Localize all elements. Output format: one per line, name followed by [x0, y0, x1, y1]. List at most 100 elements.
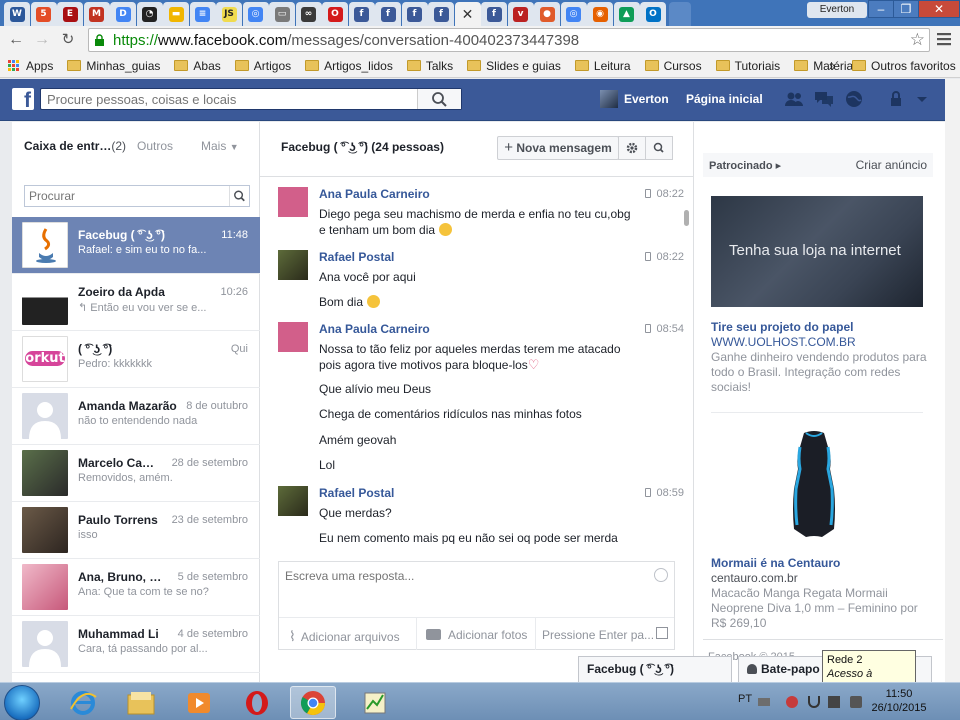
browser-tab[interactable]: D — [110, 2, 136, 26]
message-author[interactable]: Rafael Postal — [319, 250, 394, 264]
browser-tab[interactable]: ∞ — [295, 2, 322, 26]
create-ad-link[interactable]: Criar anúncio — [856, 158, 927, 172]
conversation-settings-button[interactable] — [618, 136, 646, 160]
window-close-icon[interactable]: ✕ — [918, 0, 960, 18]
facebook-search[interactable] — [40, 88, 462, 110]
browser-tab[interactable]: O — [322, 2, 348, 26]
browser-tab[interactable]: 5 — [30, 2, 57, 26]
avatar[interactable] — [278, 322, 308, 352]
chart-app-icon[interactable] — [352, 686, 398, 719]
antivirus-icon[interactable] — [786, 696, 798, 708]
browser-tab[interactable]: f — [401, 2, 428, 26]
browser-tab[interactable]: ▭ — [269, 2, 295, 26]
browser-tab[interactable]: f — [428, 2, 454, 26]
opera-icon[interactable] — [234, 686, 280, 719]
ad-image-wetsuit[interactable] — [778, 429, 850, 545]
bookmark-apps[interactable]: Apps — [0, 59, 53, 73]
flag-icon[interactable] — [808, 696, 820, 708]
other-bookmarks-folder[interactable]: Outros favoritos — [852, 59, 956, 73]
emoji-picker-icon[interactable] — [654, 568, 668, 582]
start-button-icon[interactable] — [4, 685, 40, 720]
reply-input[interactable] — [285, 569, 645, 583]
conversation-search-button[interactable] — [645, 136, 673, 160]
facebook-logo-icon[interactable]: f — [12, 88, 34, 110]
browser-tab[interactable]: JS — [216, 2, 242, 26]
press-enter-checkbox[interactable] — [656, 627, 668, 639]
browser-tab[interactable]: ● — [534, 2, 560, 26]
new-tab-button[interactable] — [668, 2, 691, 26]
profile-link[interactable]: Everton — [600, 90, 669, 108]
message-author[interactable]: Rafael Postal — [319, 486, 394, 500]
reload-icon[interactable]: ↻ — [58, 30, 78, 50]
thread-scrollbar[interactable] — [684, 210, 689, 226]
browser-tab[interactable]: f — [481, 2, 507, 26]
browser-tab[interactable]: ◉ — [587, 2, 613, 26]
browser-tab[interactable]: f — [348, 2, 375, 26]
conversation-search[interactable] — [24, 185, 250, 207]
back-icon[interactable]: ← — [6, 30, 26, 50]
browser-tab[interactable]: f — [375, 2, 401, 26]
facebook-search-button[interactable] — [417, 89, 461, 109]
avatar[interactable] — [278, 187, 308, 217]
account-menu-arrow-icon[interactable] — [912, 90, 932, 108]
others-tab[interactable]: Outros — [137, 139, 173, 153]
message-author[interactable]: Ana Paula Carneiro — [319, 322, 430, 336]
browser-tab[interactable]: O — [640, 2, 666, 26]
browser-tab[interactable]: ◎ — [560, 2, 587, 26]
browser-tab[interactable]: ✕ — [454, 2, 481, 26]
conversation-item[interactable]: Muhammad Li 4 de setembro Cara, tá passand… — [12, 616, 260, 673]
media-player-icon[interactable] — [176, 686, 222, 719]
bookmark-folder[interactable]: Artigos — [234, 59, 291, 73]
ad-image-uolhost[interactable]: Tenha sua loja na internet — [711, 196, 923, 307]
forward-icon[interactable]: → — [32, 30, 52, 50]
search-icon[interactable] — [229, 186, 249, 206]
bookmark-folder[interactable]: Tutoriais — [715, 59, 780, 73]
keyboard-icon[interactable] — [758, 698, 770, 706]
browser-tab[interactable]: ◔ — [136, 2, 163, 26]
friend-requests-icon[interactable] — [784, 90, 804, 108]
facebook-search-input[interactable] — [47, 92, 417, 107]
conversation-item[interactable]: Amanda Mazarão 8 de outubro não to entende… — [12, 388, 260, 445]
network-icon[interactable] — [828, 696, 840, 708]
conversation-item[interactable]: Zoeiro da Apda 10:26 ↰ Então eu vou ver se… — [12, 274, 260, 331]
avatar[interactable] — [278, 486, 308, 516]
bookmark-folder[interactable]: Matérias — [794, 59, 859, 73]
bookmark-folder[interactable]: Artigos_lidos — [305, 59, 393, 73]
browser-tab[interactable]: ◎ — [242, 2, 269, 26]
maximize-icon[interactable]: ❐ — [893, 0, 919, 18]
inbox-tab[interactable]: Caixa de entr…(2) — [24, 139, 126, 153]
bookmark-folder[interactable]: Minhas_guias — [67, 59, 160, 73]
notifications-globe-icon[interactable] — [844, 90, 864, 108]
privacy-shortcuts-icon[interactable] — [886, 90, 906, 108]
internet-explorer-icon[interactable] — [60, 686, 106, 719]
add-photos-button[interactable]: Adicionar fotos — [426, 628, 527, 642]
ad-url[interactable]: centauro.com.br — [711, 571, 798, 585]
file-explorer-icon[interactable] — [118, 686, 164, 719]
bookmark-folder[interactable]: Abas — [174, 59, 221, 73]
message-author[interactable]: Ana Paula Carneiro — [319, 187, 430, 201]
conversation-item[interactable]: Paulo Torrens 23 de setembro isso — [12, 502, 260, 559]
bookmark-star-icon[interactable]: ☆ — [910, 30, 925, 50]
conversation-item[interactable]: Facebug ( ͡° ͜ʖ ͡°) 11:48 Rafael: e sim eu… — [12, 217, 260, 274]
language-indicator[interactable]: PT — [738, 693, 752, 705]
conversation-search-input[interactable] — [29, 189, 219, 203]
ad-title[interactable]: Tire seu projeto do papel — [711, 320, 853, 334]
browser-tab[interactable]: v — [507, 2, 534, 26]
bookmark-folder[interactable]: Talks — [406, 59, 453, 73]
minimize-icon[interactable]: – — [868, 0, 894, 18]
conversation-item[interactable]: Marcelo Ca… 28 de setembro Removidos, amém… — [12, 445, 260, 502]
home-link[interactable]: Página inicial — [686, 92, 763, 106]
add-files-button[interactable]: ⌇ Adicionar arquivos — [289, 628, 400, 645]
new-message-button[interactable]: + Nova mensagem — [497, 136, 619, 160]
browser-tab[interactable]: E — [57, 2, 83, 26]
volume-mute-icon[interactable] — [850, 696, 862, 708]
conversation-item[interactable]: Ana, Bruno, … 5 de setembro Ana: Que ta co… — [12, 559, 260, 616]
messages-icon[interactable] — [814, 90, 834, 108]
ad-url[interactable]: WWW.UOLHOST.COM.BR — [711, 335, 856, 349]
more-bookmarks-button[interactable]: » — [829, 59, 836, 73]
chat-tab-facebug[interactable]: Facebug ( ͡° ͜ʖ ͡°) — [578, 656, 732, 682]
profile-button[interactable]: Everton — [807, 2, 867, 18]
browser-tab[interactable]: M — [83, 2, 110, 26]
bookmark-folder[interactable]: Leitura — [574, 59, 631, 73]
address-bar[interactable]: https://www.facebook.com/messages/conver… — [88, 28, 930, 52]
